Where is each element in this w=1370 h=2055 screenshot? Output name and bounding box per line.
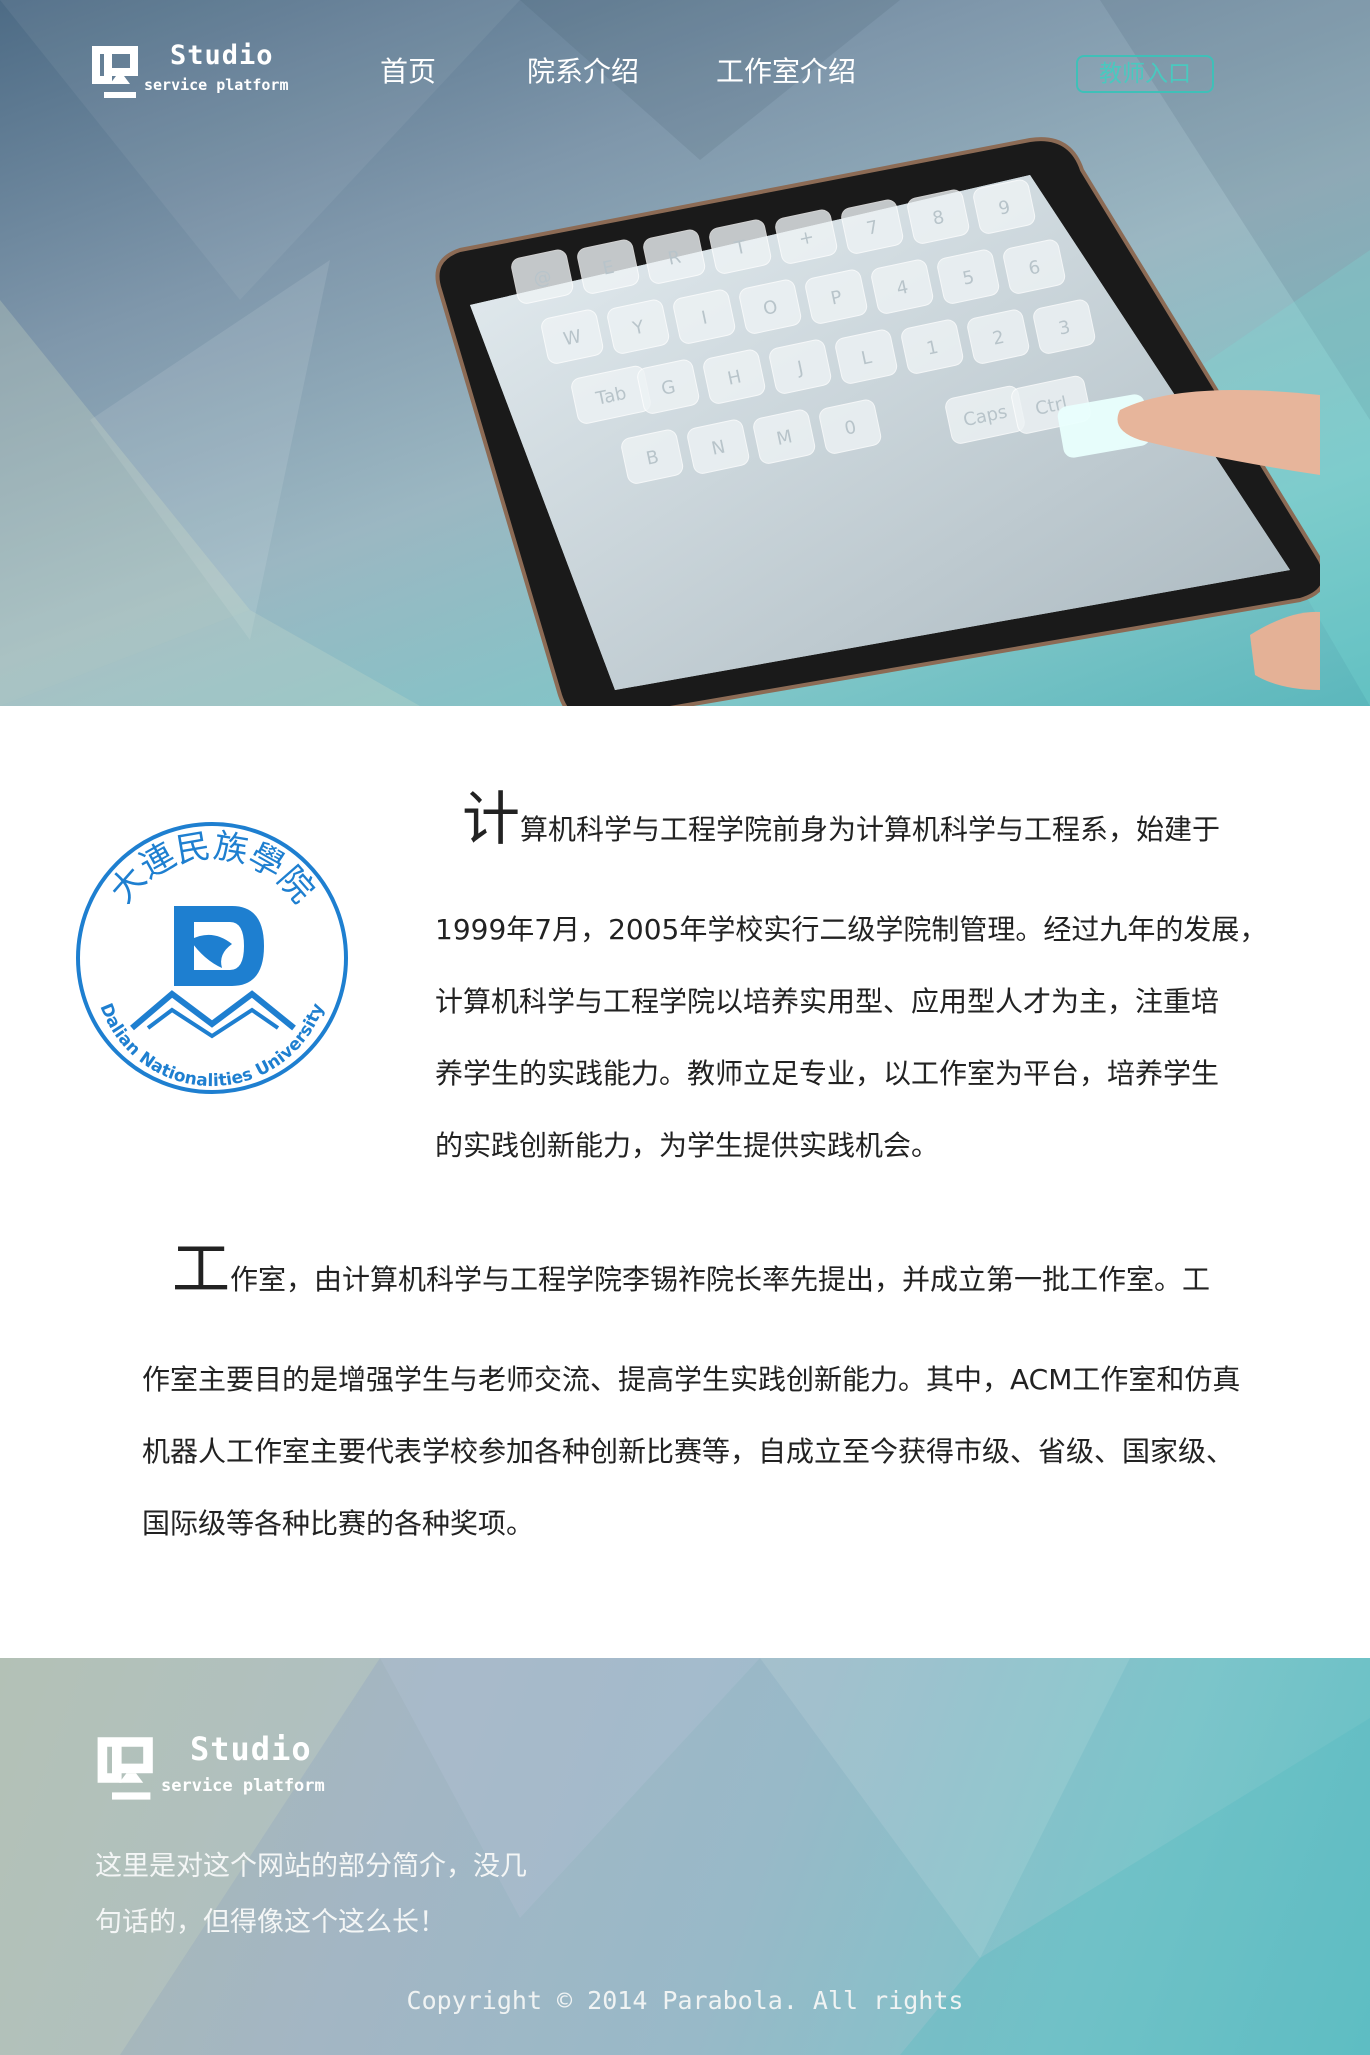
footer-intro-line: 句话的，但得像这个这么长！ (95, 1907, 446, 1938)
paragraph-line: 机器人工作室主要代表学校参加各种创新比赛等，自成立至今获得市级、省级、国家级、 (142, 1435, 1235, 1468)
brand-tagline: service platform (144, 76, 289, 94)
paragraph-line: 1999年7月，2005年学校实行二级学院制管理。经过九年的发展， (435, 913, 1268, 946)
paragraph-line: 国际级等各种比赛的各种奖项。 (142, 1507, 535, 1540)
about-section: 大連民族學院 Dalian Nationalities University 计… (0, 706, 1370, 1658)
paragraph-line: 算机科学与工程学院前身为计算机科学与工程系，始建于 (520, 813, 1221, 846)
brand-name: Studio (170, 40, 274, 71)
dropcap: 工 (172, 1235, 231, 1303)
university-chinese-name: 大連民族學院 (102, 826, 322, 911)
paragraph-line: 作室主要目的是增强学生与老师交流、提高学生实践创新能力。其中，ACM工作室和仿真 (142, 1363, 1241, 1396)
top-navigation: Studio service platform 首页 院系介绍 工作室介绍 教师… (0, 0, 1370, 140)
footer-brand-logo[interactable]: Studio service platform (95, 1730, 375, 1808)
monitor-logo-icon (97, 1737, 153, 1800)
monitor-logo-icon (92, 46, 138, 98)
footer-intro-line: 这里是对这个网站的部分简介，没几 (95, 1851, 527, 1882)
paragraph-line: 作室，由计算机科学与工程学院李锡祚院长率先提出，并成立第一批工作室。工 (230, 1263, 1211, 1296)
nav-department[interactable]: 院系介绍 (527, 50, 639, 90)
nav-home[interactable]: 首页 (380, 50, 436, 90)
brand-logo[interactable]: Studio service platform (90, 38, 330, 104)
paragraph-line: 养学生的实践能力。教师立足专业，以工作室为平台，培养学生 (435, 1057, 1220, 1090)
footer-brand-tagline: service platform (161, 1776, 325, 1796)
university-seal-logo: 大連民族學院 Dalian Nationalities University (76, 822, 348, 1094)
teacher-entry-button[interactable]: 教师入口 (1076, 55, 1214, 93)
svg-text:大連民族學院: 大連民族學院 (102, 826, 322, 911)
copyright-text: Copyright © 2014 Parabola. All rights (406, 1986, 964, 2015)
footer-brand-name: Studio (190, 1730, 312, 1768)
university-english-name: Dalian Nationalities University (96, 1001, 329, 1092)
paragraph-line: 的实践创新能力，为学生提供实践机会。 (435, 1129, 940, 1162)
site-footer: Studio service platform 这里是对这个网站的部分简介，没几… (0, 1658, 1370, 2055)
dropcap: 计 (462, 785, 521, 853)
svg-text:Dalian Nationalities Universit: Dalian Nationalities University (96, 1001, 329, 1092)
tablet-illustration: @ E R T +7 8 9W Y I O P 4 5 6Tab G H J L 1 2 3B N M 0 Caps Ctrl (435, 137, 1320, 706)
nav-studio[interactable]: 工作室介绍 (716, 50, 856, 90)
hero-banner: Studio service platform 首页 院系介绍 工作室介绍 教师… (0, 0, 1370, 706)
paragraph-line: 计算机科学与工程学院以培养实用型、应用型人才为主，注重培 (435, 985, 1220, 1018)
